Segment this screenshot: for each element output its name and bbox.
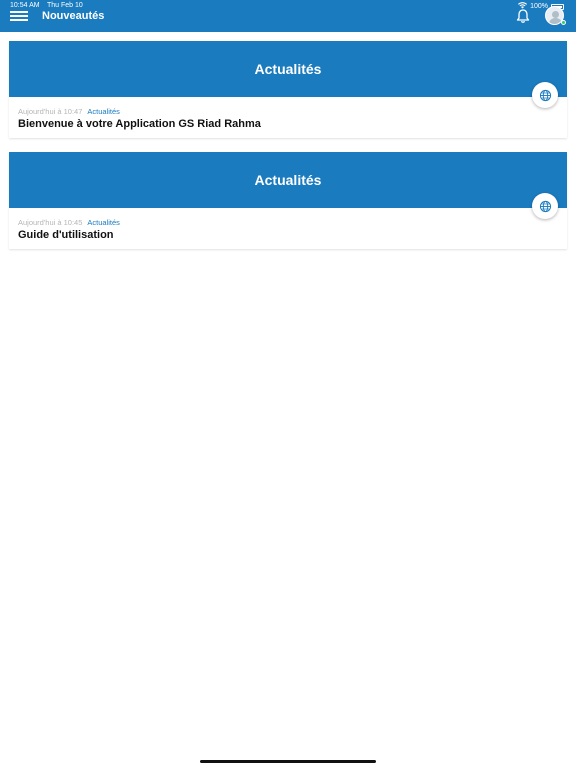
card-title[interactable]: Guide d'utilisation [18, 229, 558, 241]
card-date: Aujourd'hui à 10:45 [18, 218, 83, 227]
page-title: Nouveautés [42, 10, 105, 22]
hamburger-menu-icon[interactable] [10, 11, 28, 21]
card-date: Aujourd'hui à 10:47 [18, 107, 83, 116]
card-meta: Aujourd'hui à 10:47 Actualités [18, 107, 558, 116]
top-bar: 10:54 AM Thu Feb 10 100% Nouveautés [0, 0, 576, 32]
card-banner: Actualités [9, 152, 567, 208]
card-meta: Aujourd'hui à 10:45 Actualités [18, 218, 558, 227]
battery-percent: 100% [530, 3, 548, 10]
card-category[interactable]: Actualités [87, 218, 120, 227]
online-status-dot [561, 20, 566, 25]
card-body: Aujourd'hui à 10:47 Actualités Bienvenue … [9, 82, 567, 138]
bell-icon[interactable] [515, 8, 531, 24]
card-body: Aujourd'hui à 10:45 Actualités Guide d'ut… [9, 193, 567, 249]
card-category[interactable]: Actualités [87, 107, 120, 116]
news-card[interactable]: Actualités Aujourd'hui à 10:47 Actualités… [9, 41, 567, 138]
status-date: Thu Feb 10 [47, 2, 83, 9]
globe-icon[interactable] [532, 193, 558, 219]
card-title[interactable]: Bienvenue à votre Application GS Riad Ra… [18, 118, 558, 130]
news-card[interactable]: Actualités Aujourd'hui à 10:45 Actualités… [9, 152, 567, 249]
home-indicator[interactable] [200, 760, 376, 763]
status-time: 10:54 AM [10, 2, 40, 9]
card-banner: Actualités [9, 41, 567, 97]
globe-icon[interactable] [532, 82, 558, 108]
